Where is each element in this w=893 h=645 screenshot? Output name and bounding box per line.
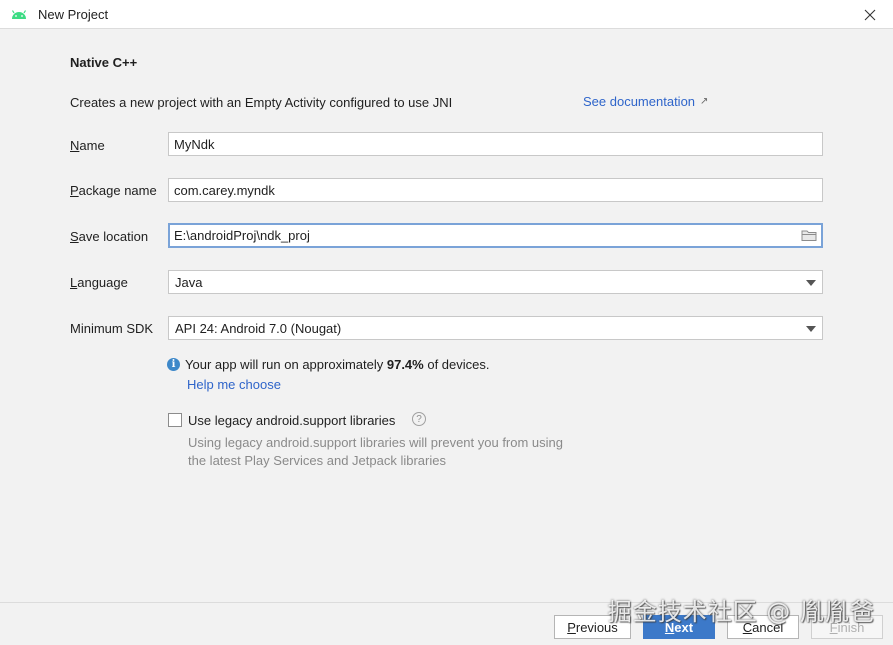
template-heading: Native C++ [70, 55, 138, 70]
close-button[interactable] [847, 0, 893, 29]
question-icon[interactable]: ? [412, 412, 426, 426]
name-input[interactable] [168, 132, 823, 156]
save-location-label: Save location [70, 229, 149, 244]
android-icon [11, 10, 27, 19]
legacy-support-label[interactable]: Use legacy android.support libraries [188, 413, 395, 428]
save-location-input[interactable] [168, 223, 823, 248]
see-documentation-link[interactable]: See documentation ↗ [583, 94, 708, 109]
folder-icon[interactable] [801, 228, 817, 242]
minimum-sdk-label: Minimum SDK [70, 321, 154, 336]
external-link-arrow-icon: ↗ [700, 96, 709, 107]
name-label: Name [70, 138, 105, 153]
device-coverage-info: i Your app will run on approximately 97.… [167, 357, 490, 372]
window-title: New Project [38, 7, 109, 22]
info-icon: i [167, 358, 180, 371]
close-icon [864, 9, 876, 20]
see-documentation-label: See documentation [583, 94, 696, 109]
cancel-button[interactable]: Cancel [727, 615, 799, 639]
previous-button[interactable]: Previous [554, 615, 631, 639]
language-selected-value: Java [175, 275, 203, 290]
chevron-down-icon [806, 280, 816, 286]
dialog-footer: Previous Next Cancel Finish [0, 602, 893, 645]
dialog-content: Native C++ Creates a new project with an… [0, 30, 893, 602]
legacy-support-description: Using legacy android.support libraries w… [188, 435, 564, 468]
title-bar: New Project [0, 0, 893, 29]
help-me-choose-link[interactable]: Help me choose [187, 377, 281, 392]
device-coverage-text: Your app will run on approximately 97.4%… [185, 357, 490, 372]
package-name-input[interactable] [168, 178, 823, 202]
device-coverage-percent: 97.4% [386, 357, 424, 372]
finish-button[interactable]: Finish [811, 615, 883, 639]
next-button[interactable]: Next [643, 615, 715, 639]
language-select[interactable]: Java [168, 270, 823, 294]
legacy-support-checkbox[interactable] [168, 413, 182, 427]
minimum-sdk-selected-value: API 24: Android 7.0 (Nougat) [175, 321, 342, 336]
save-location-field [168, 223, 823, 248]
template-description: Creates a new project with an Empty Acti… [70, 95, 453, 110]
package-name-label: Package name [70, 183, 157, 198]
chevron-down-icon [806, 326, 816, 332]
language-label: Language [70, 275, 128, 290]
minimum-sdk-select[interactable]: API 24: Android 7.0 (Nougat) [168, 316, 823, 340]
